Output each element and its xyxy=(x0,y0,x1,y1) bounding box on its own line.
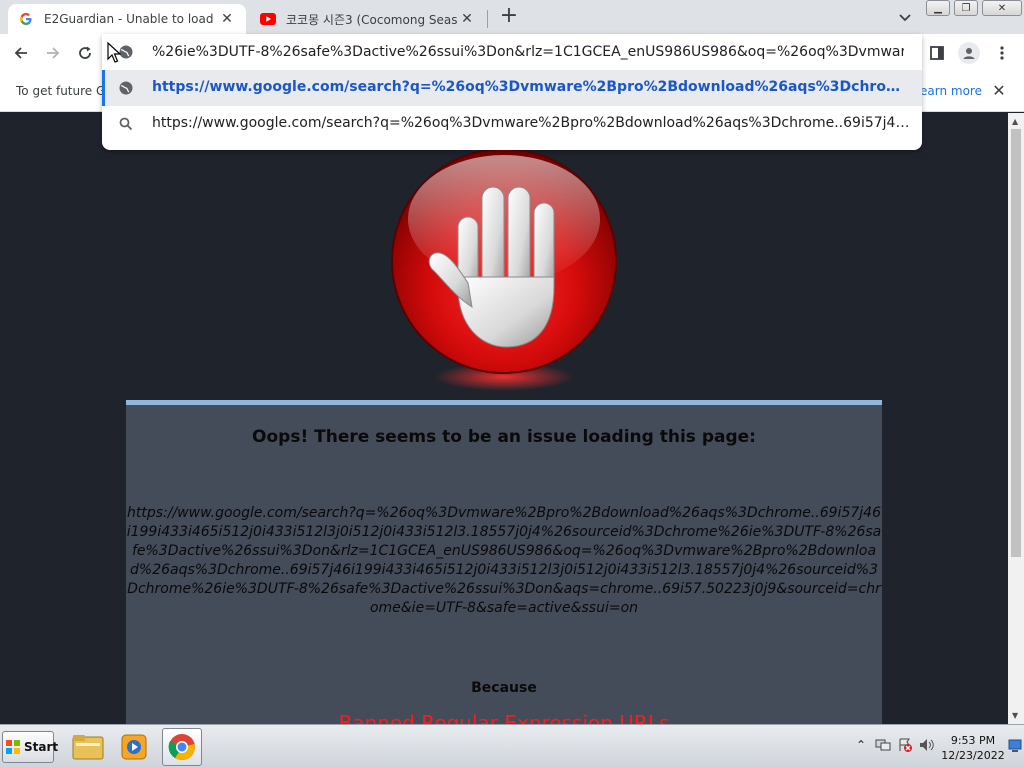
start-label: Start xyxy=(24,740,59,754)
youtube-icon xyxy=(260,11,276,27)
side-panel-icon[interactable] xyxy=(926,42,948,64)
window-close-icon[interactable]: ✕ xyxy=(982,0,1022,16)
tab-title: 코코몽 시즌3 (Cocomong Season3) xyxy=(286,12,458,27)
because-label: Because xyxy=(471,680,537,696)
tab-search-icon[interactable] xyxy=(896,8,914,26)
clock-time: 9:53 PM xyxy=(950,734,996,747)
scroll-down-icon[interactable]: ▼ xyxy=(1012,711,1018,720)
reload-icon[interactable] xyxy=(72,40,98,66)
media-player-icon[interactable] xyxy=(114,728,154,766)
blocked-url: https://www.google.com/search?q=%26oq%3D… xyxy=(126,505,882,616)
taskbar-clock[interactable]: 9:53 PM 12/23/2022 xyxy=(940,733,1006,763)
tab-cocomong[interactable]: 코코몽 시즌3 (Cocomong Season3) ✕ xyxy=(250,4,486,34)
blocked-page: Oops! There seems to be an issue loading… xyxy=(0,113,1008,724)
tab-e2guardian[interactable]: E2Guardian - Unable to load website ✕ xyxy=(8,4,246,34)
globe-icon xyxy=(118,80,134,96)
volume-icon[interactable] xyxy=(916,735,938,755)
learn-more-link[interactable]: earn more xyxy=(920,84,982,98)
forward-icon[interactable] xyxy=(40,40,66,66)
close-infobar-icon[interactable]: ✕ xyxy=(990,82,1008,100)
omnibox-input[interactable]: %26ie%3DUTF-8%26safe%3Dactive%26ssui%3Do… xyxy=(152,44,904,60)
start-button[interactable]: Start xyxy=(2,731,58,763)
suggestion-item[interactable]: https://www.google.com/search?q=%26oq%3D… xyxy=(102,106,922,142)
tab-strip: E2Guardian - Unable to load website ✕ 코코… xyxy=(0,0,1024,34)
restore-icon[interactable]: ❐ xyxy=(954,0,978,16)
system-tray: ⌃ xyxy=(850,735,938,755)
scrollbar-thumb[interactable] xyxy=(1011,129,1021,557)
tab-separator xyxy=(487,10,488,28)
omnibox-dropdown: %26ie%3DUTF-8%26safe%3Dactive%26ssui%3Do… xyxy=(102,34,922,150)
mouse-cursor-icon xyxy=(107,41,122,64)
google-g-icon xyxy=(18,11,34,27)
error-heading: Oops! There seems to be an issue loading… xyxy=(252,427,756,447)
chrome-taskbar-icon[interactable] xyxy=(162,728,202,766)
back-icon[interactable] xyxy=(8,40,34,66)
action-center-icon[interactable] xyxy=(894,735,916,755)
suggestion-item[interactable]: https://www.google.com/search?q=%26oq%3D… xyxy=(102,70,922,106)
tab-title: E2Guardian - Unable to load website xyxy=(44,12,218,26)
block-reason: Banned Regular Expression URLs xyxy=(338,711,670,724)
omnibox[interactable]: %26ie%3DUTF-8%26safe%3Dactive%26ssui%3Do… xyxy=(102,34,922,70)
taskbar: Start ⌃ 9:53 PM 12/23/2022 xyxy=(0,724,1024,768)
info-bar-message: To get future Go xyxy=(16,84,113,98)
windows-logo-icon xyxy=(5,739,21,755)
error-panel: Oops! There seems to be an issue loading… xyxy=(126,400,882,724)
minimize-icon[interactable]: ▁ xyxy=(926,0,950,16)
scroll-up-icon[interactable]: ▲ xyxy=(1012,117,1018,126)
suggestion-text: https://www.google.com/search?q=%26oq%3D… xyxy=(152,79,914,95)
window-controls: ▁ ❐ ✕ xyxy=(926,0,1024,16)
menu-icon[interactable] xyxy=(991,42,1013,64)
stop-hand-icon xyxy=(386,147,622,395)
close-tab-icon[interactable]: ✕ xyxy=(458,10,476,28)
search-icon xyxy=(118,116,134,132)
clock-date: 12/23/2022 xyxy=(941,749,1005,762)
file-explorer-icon[interactable] xyxy=(68,728,108,766)
new-tab-button[interactable]: + xyxy=(498,5,520,28)
show-hidden-icons-icon[interactable]: ⌃ xyxy=(850,735,872,755)
suggestion-text: https://www.google.com/search?q=%26oq%3D… xyxy=(152,115,914,131)
close-tab-icon[interactable]: ✕ xyxy=(218,10,236,28)
profile-icon[interactable] xyxy=(958,42,980,64)
page-scrollbar[interactable]: ▲ ▼ xyxy=(1008,113,1024,724)
network-icon[interactable] xyxy=(872,735,894,755)
show-desktop-icon[interactable] xyxy=(1008,737,1022,757)
